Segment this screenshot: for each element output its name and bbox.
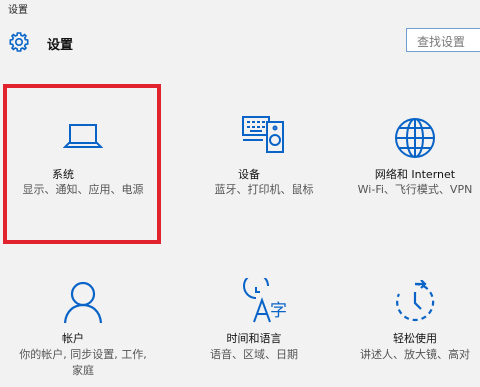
tile-ease-of-access[interactable]: 轻松使用 讲述人、放大镜、高对: [335, 262, 480, 387]
tile-name: 时间和语言: [226, 332, 282, 345]
tile-description: Wi-Fi、飞行模式、VPN: [357, 183, 473, 196]
svg-text:字: 字: [270, 301, 287, 321]
search-placeholder: 查找设置: [417, 35, 466, 49]
tile-name: 帐户: [62, 332, 84, 345]
globe-icon: [393, 116, 437, 160]
window-title: 设置: [8, 5, 28, 16]
ease-of-access-icon: [393, 280, 437, 324]
selection-highlight: [3, 84, 161, 244]
time-language-icon: 字: [240, 278, 288, 326]
tile-network[interactable]: 网络和 Internet Wi-Fi、飞行模式、VPN: [335, 84, 480, 244]
tile-description: 语音、区域、日期: [210, 348, 298, 361]
tile-accounts[interactable]: 帐户 你的帐户, 同步设置, 工作, 家庭: [3, 262, 163, 387]
devices-icon: [241, 114, 287, 158]
page-title: 设置: [47, 38, 74, 53]
tile-devices[interactable]: 设备 蓝牙、打印机、鼠标: [184, 84, 344, 244]
tile-name: 网络和 Internet: [374, 168, 456, 181]
tile-name: 设备: [238, 168, 260, 181]
tile-time-language[interactable]: 字 时间和语言 语音、区域、日期: [184, 262, 344, 387]
search-input[interactable]: 查找设置: [406, 28, 480, 52]
gear-icon: [8, 31, 30, 53]
person-icon: [61, 280, 105, 324]
tile-name: 轻松使用: [393, 332, 437, 345]
tile-description: 你的帐户, 同步设置, 工作, 家庭: [19, 348, 147, 377]
tile-description: 蓝牙、打印机、鼠标: [214, 183, 314, 196]
tile-description: 讲述人、放大镜、高对: [360, 348, 470, 361]
